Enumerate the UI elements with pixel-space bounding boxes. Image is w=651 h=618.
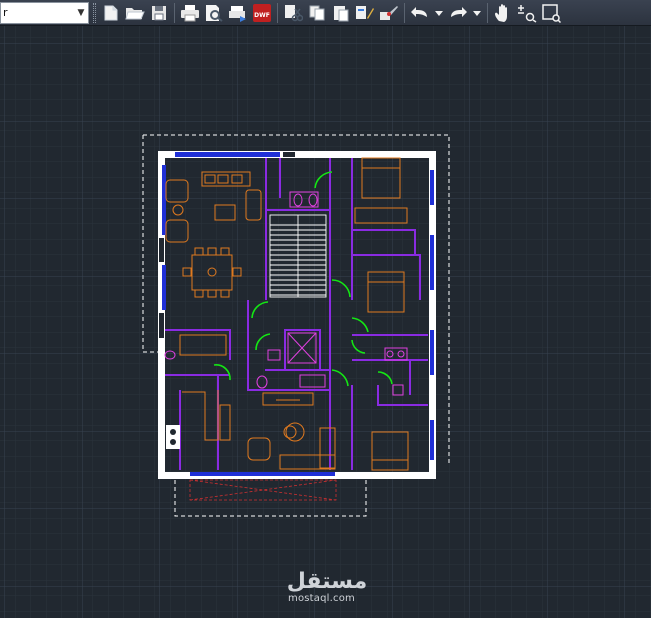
zoom-window-button[interactable]: [539, 2, 563, 24]
stove: [166, 425, 180, 449]
dwf-label: DWF: [254, 12, 270, 19]
svg-text:مستقل: مستقل: [287, 569, 367, 594]
save-button[interactable]: [147, 2, 171, 24]
mostaql-watermark: مستقل mostaql.com: [282, 566, 372, 606]
zoom-window-icon: [542, 3, 561, 23]
toolbar-separator: [174, 2, 175, 23]
print-preview-button[interactable]: [202, 2, 226, 24]
undo-dropdown[interactable]: [432, 2, 446, 24]
cad-application-window: r ▼ DWF مستقل mostaql.com: [0, 0, 651, 618]
redo-icon: [451, 6, 467, 17]
toolbar-separator: [404, 2, 405, 23]
paste-icon: [334, 5, 349, 21]
pan-button[interactable]: [491, 2, 515, 24]
publish-icon: [229, 5, 246, 22]
undo-icon: [411, 6, 427, 17]
pan-icon: [495, 3, 507, 22]
cut-button[interactable]: [281, 2, 305, 24]
paste-button[interactable]: [329, 2, 353, 24]
toolbar-separator: [487, 2, 488, 23]
dwf-icon: DWF: [253, 3, 271, 22]
print-icon: [181, 4, 199, 21]
publish-button[interactable]: [226, 2, 250, 24]
zoom-realtime-button[interactable]: [515, 2, 539, 24]
match-properties-icon: [356, 5, 374, 19]
new-icon: [104, 5, 118, 20]
zoom-realtime-icon: [518, 4, 537, 23]
redo-dropdown[interactable]: [470, 2, 484, 24]
undo-button[interactable]: [408, 2, 432, 24]
toolbar-separator: [277, 2, 278, 23]
match-properties-button[interactable]: [353, 2, 377, 24]
major-grid: [0, 26, 651, 618]
standard-toolbar: r ▼ DWF: [0, 0, 651, 26]
layer-dropdown[interactable]: r ▼: [0, 1, 89, 24]
chevron-down-icon[interactable]: ▼: [74, 3, 88, 23]
open-icon: [125, 7, 145, 19]
print-button[interactable]: [178, 2, 202, 24]
floor-plan-drawing[interactable]: [0, 26, 651, 618]
chevron-down-icon: [435, 10, 443, 16]
new-button[interactable]: [99, 2, 123, 24]
cut-icon: [285, 4, 303, 21]
open-button[interactable]: [123, 2, 147, 24]
copy-button[interactable]: [305, 2, 329, 24]
print-preview-icon: [206, 4, 223, 22]
watermark-url: mostaql.com: [288, 593, 355, 604]
layer-dropdown-value: r: [3, 6, 8, 19]
toolbar-grip[interactable]: [93, 2, 96, 23]
save-icon: [152, 5, 166, 20]
dwf-button[interactable]: DWF: [250, 2, 274, 24]
drawing-canvas[interactable]: [0, 26, 651, 618]
brush-button[interactable]: [377, 2, 401, 24]
chevron-down-icon: [473, 10, 481, 16]
copy-icon: [309, 5, 325, 20]
redo-button[interactable]: [446, 2, 470, 24]
mostaql-logo: مستقل: [287, 569, 367, 594]
brush-icon: [380, 5, 398, 20]
